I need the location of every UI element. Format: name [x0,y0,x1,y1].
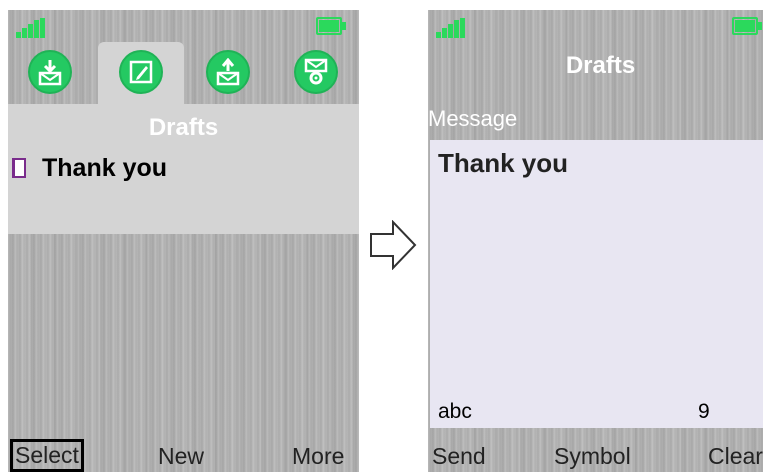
clear-softkey[interactable]: Clear [706,443,763,470]
compose-edit-icon[interactable] [119,50,163,94]
message-editor-screen: Drafts Message Thank you abc 9 Send Symb… [428,10,763,472]
softkey-bar: Select New More [8,428,359,472]
more-softkey[interactable]: More [290,443,346,470]
list-item-label: Thank you [42,153,168,182]
message-folder-tabs [8,40,359,112]
battery-icon [316,17,348,37]
message-textarea[interactable]: Thank you abc 9 [430,140,763,428]
drafts-list-screen: Drafts Thank you Select New More [8,10,359,472]
message-text: Thank you [438,148,569,178]
send-softkey[interactable]: Send [430,443,488,470]
select-softkey[interactable]: Select [10,439,84,472]
battery-icon [732,17,763,37]
inbox-download-icon[interactable] [28,50,72,94]
list-item[interactable]: Thank you [8,150,359,186]
signal-strength-icon [436,18,468,38]
signal-strength-icon [16,18,48,38]
new-softkey[interactable]: New [156,443,206,470]
softkey-bar: Send Symbol Clear [428,428,763,472]
character-count: 9 [698,400,710,423]
symbol-softkey[interactable]: Symbol [552,443,633,470]
page-title: Drafts [565,52,636,79]
message-settings-icon[interactable] [294,50,338,94]
message-field-label: Message [428,106,518,131]
drafts-list: Drafts Thank you [8,104,359,234]
draft-document-icon [12,158,26,178]
input-mode-indicator: abc [438,400,472,423]
transition-arrow-icon [370,220,417,270]
outbox-upload-icon[interactable] [206,50,250,94]
page-title: Drafts [148,114,219,141]
